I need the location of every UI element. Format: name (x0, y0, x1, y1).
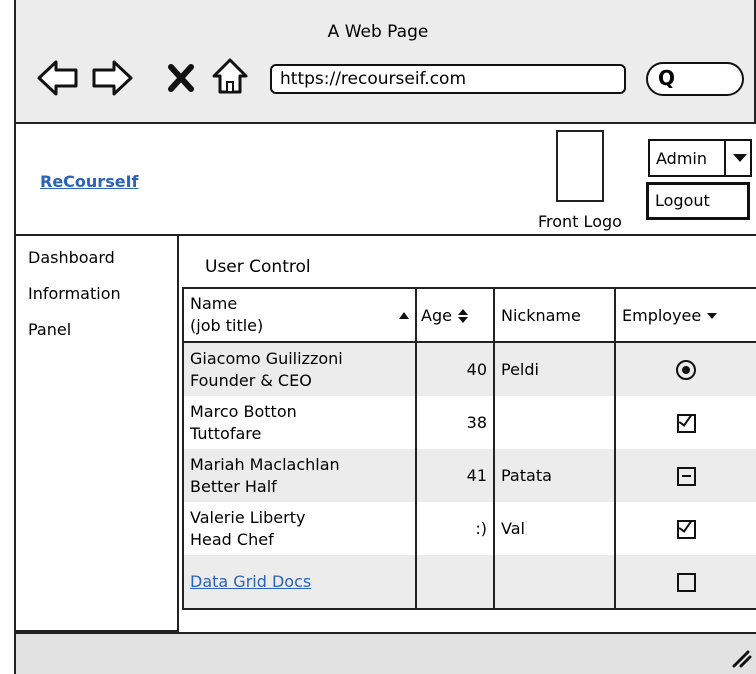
forward-icon[interactable] (90, 58, 134, 98)
employee-checkbox[interactable] (676, 413, 696, 433)
data-grid: Name (job title) Age Nickname Employee G… (182, 287, 756, 610)
row-name: Valerie Liberty (190, 507, 306, 527)
data-grid-docs-link[interactable]: Data Grid Docs (190, 572, 311, 591)
column-header-age[interactable]: Age (415, 287, 495, 343)
column-header-name-line2: (job title) (190, 316, 264, 335)
table-row[interactable]: Marco Botton Tuttofare 38 (182, 396, 756, 449)
table-row-footer: Data Grid Docs (182, 555, 756, 610)
sidebar-item-dashboard[interactable]: Dashboard (28, 248, 115, 267)
brand-link[interactable]: ReCourseIf (40, 172, 138, 191)
column-header-nickname-label: Nickname (501, 305, 581, 325)
admin-select-value: Admin (656, 149, 707, 168)
table-row[interactable]: Valerie Liberty Head Chef :) Val (182, 502, 756, 555)
row-age: 38 (415, 396, 495, 449)
employee-checkbox[interactable] (676, 572, 696, 592)
row-name: Mariah Maclachlan (190, 454, 340, 474)
column-header-employee[interactable]: Employee (614, 287, 756, 343)
admin-select[interactable]: Admin (648, 139, 752, 177)
front-logo-label: Front Logo (538, 212, 622, 231)
column-header-age-label: Age (421, 305, 452, 325)
row-age: 41 (415, 449, 495, 502)
window-title: A Web Page (327, 22, 429, 42)
chevron-down-icon[interactable] (706, 311, 718, 321)
row-age: 40 (415, 342, 495, 396)
column-header-employee-label: Employee (622, 305, 702, 325)
sort-both-icon[interactable] (457, 308, 469, 324)
row-age: :) (415, 502, 495, 555)
table-row[interactable]: Mariah Maclachlan Better Half 41 Patata (182, 449, 756, 502)
search-icon[interactable]: Q (658, 66, 675, 90)
search-box[interactable]: Q (646, 62, 744, 96)
table-row[interactable]: Giacomo Guilizzoni Founder & CEO 40 Peld… (182, 342, 756, 396)
row-title: Head Chef (190, 529, 274, 549)
row-name: Marco Botton (190, 401, 297, 421)
column-header-nickname[interactable]: Nickname (493, 287, 616, 343)
sidebar-item-information[interactable]: Information (28, 284, 121, 303)
row-name: Giacomo Guilizzoni (190, 348, 343, 368)
row-title: Founder & CEO (190, 370, 312, 390)
status-bar (14, 632, 756, 674)
back-icon[interactable] (36, 58, 80, 98)
sidebar-item-panel[interactable]: Panel (28, 320, 71, 339)
close-icon[interactable] (168, 64, 194, 92)
row-nickname: Val (493, 502, 616, 555)
sort-ascending-icon[interactable] (399, 311, 409, 319)
resize-grip-icon[interactable] (730, 646, 752, 668)
employee-checkbox[interactable] (676, 519, 696, 539)
chevron-down-icon[interactable] (724, 139, 754, 177)
row-title: Tuttofare (190, 423, 262, 443)
employee-radio[interactable] (676, 359, 696, 380)
row-nickname: Patata (493, 449, 616, 502)
home-icon[interactable] (210, 56, 250, 96)
column-header-name-line1: Name (190, 294, 238, 313)
logout-menu-item[interactable]: Logout (646, 182, 750, 220)
row-title: Better Half (190, 476, 277, 496)
employee-checkbox[interactable] (676, 466, 696, 486)
sidebar: Dashboard Information Panel (14, 236, 179, 632)
row-nickname (493, 396, 616, 449)
url-field[interactable]: https://recourseif.com (270, 64, 626, 94)
column-header-name[interactable]: Name (job title) (182, 287, 417, 343)
row-nickname: Peldi (493, 342, 616, 396)
front-logo-image (556, 130, 604, 202)
section-title: User Control (205, 257, 311, 277)
